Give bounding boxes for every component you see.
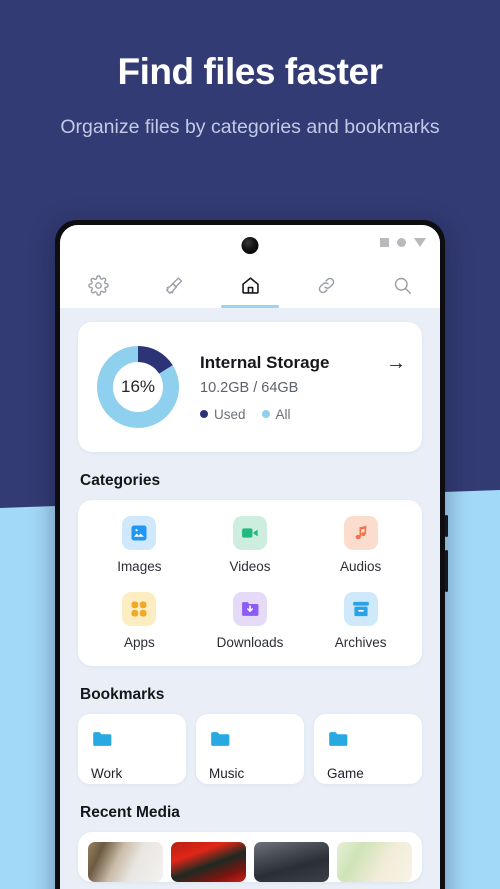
- music-note-icon-tile: [343, 516, 378, 550]
- media-thumbnail[interactable]: [337, 842, 412, 882]
- storage-percent-label: 16%: [120, 377, 156, 396]
- archive-box-icon: [352, 601, 369, 617]
- category-images[interactable]: Images: [84, 516, 195, 574]
- recent-media-row: [88, 842, 412, 882]
- bookmarks-row: Work Music Game: [78, 714, 422, 784]
- bookmark-work[interactable]: Work: [78, 714, 186, 784]
- phone-side-button-top: [445, 515, 448, 537]
- category-label: Apps: [123, 635, 155, 650]
- legend-dot-all: [261, 410, 270, 418]
- search-icon: [394, 277, 411, 295]
- categories-card: Images Videos Audios Apps Downloads Arch…: [78, 500, 422, 666]
- media-thumbnail[interactable]: [254, 842, 329, 882]
- category-label: Videos: [229, 559, 271, 574]
- status-bar: [60, 225, 440, 263]
- video-icon: [242, 528, 258, 538]
- categories-title: Categories: [80, 472, 161, 489]
- phone-mockup-frame: 16% Internal Storage → 10.2GB / 64GB Use…: [55, 220, 448, 889]
- legend-item-used: Used: [200, 407, 246, 422]
- tab-active-indicator: [221, 305, 279, 308]
- internal-storage-card[interactable]: 16% Internal Storage → 10.2GB / 64GB Use…: [78, 322, 422, 452]
- broom-icon: [165, 277, 182, 294]
- tab-search[interactable]: [364, 263, 440, 308]
- phone-side-button-bottom: [445, 550, 448, 592]
- storage-donut-chart: 16%: [94, 343, 182, 431]
- category-apps[interactable]: Apps: [84, 592, 195, 650]
- promo-subheadline: Organize files by categories and bookmar…: [60, 115, 440, 138]
- category-label: Images: [117, 559, 162, 574]
- media-thumbnail[interactable]: [88, 842, 163, 882]
- category-videos[interactable]: Videos: [195, 516, 306, 574]
- download-folder-icon-tile: [233, 592, 267, 626]
- tab-home[interactable]: [212, 263, 288, 308]
- image-icon-tile: [122, 516, 157, 550]
- media-thumbnail[interactable]: [171, 842, 246, 882]
- bookmark-label: Game: [327, 766, 364, 781]
- phone-screen: 16% Internal Storage → 10.2GB / 64GB Use…: [60, 225, 440, 889]
- gear-icon: [87, 275, 109, 296]
- download-folder-icon: [242, 602, 259, 616]
- bookmark-game[interactable]: Game: [314, 714, 422, 784]
- storage-info: Internal Storage → 10.2GB / 64GB Used Al…: [200, 353, 406, 422]
- legend-dot-used: [200, 410, 208, 418]
- home-icon: [241, 277, 259, 294]
- bookmark-label: Music: [209, 766, 245, 781]
- legend-label-all: All: [275, 406, 291, 422]
- category-audios[interactable]: Audios: [305, 516, 416, 574]
- folder-icon: [329, 732, 348, 746]
- tab-settings[interactable]: [60, 263, 136, 308]
- square-icon: [380, 238, 389, 247]
- archive-box-icon-tile: [343, 592, 378, 626]
- apps-grid-icon-tile: [122, 592, 157, 626]
- apps-grid-icon: [131, 601, 147, 617]
- promo-headline: Find files faster: [117, 51, 383, 92]
- category-archives[interactable]: Archives: [305, 592, 416, 650]
- circle-icon: [397, 238, 406, 247]
- legend-label-used: Used: [214, 406, 246, 422]
- recent-media-title: Recent Media: [80, 804, 180, 821]
- music-note-icon: [355, 525, 366, 540]
- storage-title: Internal Storage: [200, 352, 330, 372]
- top-tab-bar: [60, 263, 440, 308]
- category-label: Audios: [340, 559, 382, 574]
- system-status-icons: [380, 238, 426, 247]
- camera-punch-hole-icon: [241, 237, 259, 254]
- home-content: 16% Internal Storage → 10.2GB / 64GB Use…: [60, 308, 440, 889]
- storage-legend: Used All: [200, 407, 406, 422]
- video-icon-tile: [233, 516, 267, 550]
- bookmarks-title: Bookmarks: [80, 686, 165, 703]
- bookmark-music[interactable]: Music: [196, 714, 304, 784]
- storage-usage-text: 10.2GB / 64GB: [200, 379, 299, 396]
- folder-icon: [211, 732, 230, 746]
- category-label: Downloads: [216, 635, 284, 650]
- triangle-down-icon: [414, 238, 426, 247]
- recent-media-card: [78, 832, 422, 882]
- arrow-right-icon[interactable]: →: [386, 353, 406, 373]
- folder-icon: [93, 732, 112, 746]
- tab-links[interactable]: [288, 263, 364, 308]
- tab-cleaner[interactable]: [136, 263, 212, 308]
- category-downloads[interactable]: Downloads: [195, 592, 306, 650]
- promo-text-block: Find files faster Organize files by cate…: [0, 0, 500, 141]
- category-label: Archives: [334, 635, 387, 650]
- legend-item-all: All: [261, 406, 291, 422]
- link-icon: [318, 277, 334, 294]
- categories-row-2: Apps Downloads Archives: [84, 592, 416, 650]
- bookmark-label: Work: [91, 766, 123, 781]
- categories-row-1: Images Videos Audios: [84, 516, 416, 574]
- image-icon: [131, 525, 147, 541]
